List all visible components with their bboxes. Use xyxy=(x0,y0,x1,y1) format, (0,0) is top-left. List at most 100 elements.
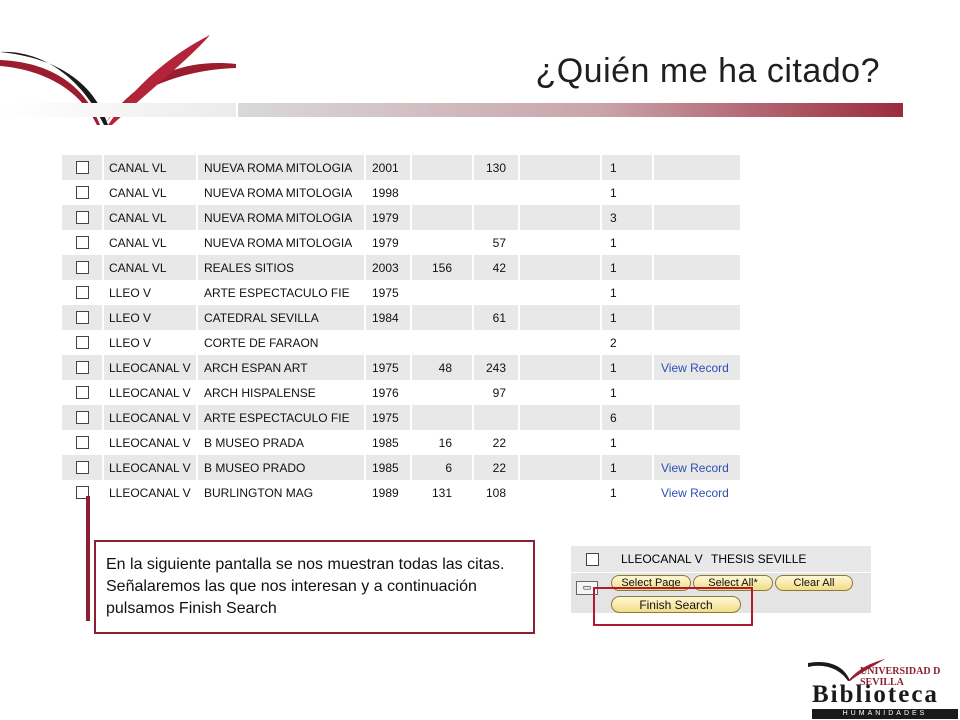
citing-count: 1 xyxy=(602,455,652,480)
row-checkbox[interactable] xyxy=(75,286,89,299)
page-title: ¿Quién me ha citado? xyxy=(535,52,880,90)
table-row: LLEOCANAL V ARTE ESPECTACULO FIE 1975 6 xyxy=(62,405,742,430)
row-checkbox[interactable] xyxy=(75,161,89,174)
citing-count: 3 xyxy=(602,205,652,230)
row-checkbox[interactable] xyxy=(75,336,89,349)
view-record-link xyxy=(654,280,740,305)
row-checkbox-cell xyxy=(62,480,102,505)
table-row: CANAL VL NUEVA ROMA MITOLOGIA 2001 130 1 xyxy=(62,155,742,180)
view-record-link xyxy=(654,380,740,405)
cited-page: 243 xyxy=(474,355,518,380)
table-row: LLEO V CATEDRAL SEVILLA 1984 61 1 xyxy=(62,305,742,330)
cited-page: 61 xyxy=(474,305,518,330)
view-record-link xyxy=(654,155,740,180)
view-record-link[interactable]: View Record xyxy=(654,455,740,480)
row-checkbox-cell xyxy=(62,180,102,205)
table-row: LLEOCANAL V BURLINGTON MAG 1989 131 108 1 View… xyxy=(62,480,742,505)
table-row: CANAL VL NUEVA ROMA MITOLOGIA 1979 57 1 xyxy=(62,230,742,255)
cited-page xyxy=(474,405,518,430)
cited-volume xyxy=(412,280,472,305)
title-underline-left xyxy=(0,103,236,117)
cited-work: ARTE ESPECTACULO FIE xyxy=(198,405,364,430)
row-checkbox[interactable] xyxy=(75,186,89,199)
row-checkbox[interactable] xyxy=(75,411,89,424)
cited-year: 1979 xyxy=(366,230,410,255)
cited-work: NUEVA ROMA MITOLOGIA xyxy=(198,205,364,230)
cited-author: LLEOCANAL V xyxy=(104,455,196,480)
cited-work: THESIS SEVILLE xyxy=(711,552,807,566)
title-underline xyxy=(238,103,903,117)
cited-author: LLEOCANAL V xyxy=(104,355,196,380)
empty-cell xyxy=(520,455,600,480)
row-checkbox[interactable] xyxy=(585,552,599,566)
view-record-link xyxy=(654,405,740,430)
empty-cell xyxy=(520,180,600,205)
citing-count: 1 xyxy=(602,480,652,505)
cited-year: 1975 xyxy=(366,355,410,380)
cited-author: LLEOCANAL V xyxy=(104,430,196,455)
row-checkbox[interactable] xyxy=(75,261,89,274)
cited-work: ARCH HISPALENSE xyxy=(198,380,364,405)
cited-year: 1979 xyxy=(366,205,410,230)
row-checkbox[interactable] xyxy=(75,236,89,249)
cited-work: NUEVA ROMA MITOLOGIA xyxy=(198,180,364,205)
cited-work: BURLINGTON MAG xyxy=(198,480,364,505)
cited-page: 108 xyxy=(474,480,518,505)
cited-page xyxy=(474,205,518,230)
cited-volume: 6 xyxy=(412,455,472,480)
row-checkbox[interactable] xyxy=(75,386,89,399)
row-checkbox-cell xyxy=(62,330,102,355)
citing-count: 1 xyxy=(602,155,652,180)
cited-work: B MUSEO PRADO xyxy=(198,455,364,480)
cited-volume xyxy=(412,230,472,255)
cited-page: 97 xyxy=(474,380,518,405)
cited-work: CATEDRAL SEVILLA xyxy=(198,305,364,330)
view-record-link xyxy=(654,305,740,330)
row-checkbox[interactable] xyxy=(75,311,89,324)
empty-cell xyxy=(520,480,600,505)
view-record-link xyxy=(654,430,740,455)
citing-count: 6 xyxy=(602,405,652,430)
citing-count: 1 xyxy=(602,355,652,380)
table-row: LLEO V CORTE DE FARAON 2 xyxy=(62,330,742,355)
row-checkbox-cell xyxy=(62,155,102,180)
view-record-link[interactable]: View Record xyxy=(654,480,740,505)
cited-volume: 156 xyxy=(412,255,472,280)
row-checkbox[interactable] xyxy=(75,436,89,449)
cited-work: ARCH ESPAN ART xyxy=(198,355,364,380)
logo-library-text: Biblioteca xyxy=(812,681,939,708)
view-record-link xyxy=(654,255,740,280)
citing-count: 2 xyxy=(602,330,652,355)
cited-work: NUEVA ROMA MITOLOGIA xyxy=(198,155,364,180)
cited-author: LLEO V xyxy=(104,280,196,305)
row-checkbox[interactable] xyxy=(75,211,89,224)
cited-author: LLEOCANAL V xyxy=(104,405,196,430)
cited-work: CORTE DE FARAON xyxy=(198,330,364,355)
citing-count: 1 xyxy=(602,280,652,305)
callout-box: En la siguiente pantalla se nos muestran… xyxy=(94,540,535,634)
cited-work: ARTE ESPECTACULO FIE xyxy=(198,280,364,305)
view-record-link xyxy=(654,230,740,255)
clear-all-button[interactable]: Clear All xyxy=(775,575,853,591)
empty-cell xyxy=(520,355,600,380)
row-checkbox-cell xyxy=(62,355,102,380)
cited-year: 1975 xyxy=(366,280,410,305)
empty-cell xyxy=(520,255,600,280)
cited-author: CANAL VL xyxy=(104,230,196,255)
citing-count: 1 xyxy=(602,380,652,405)
cited-year: 1989 xyxy=(366,480,410,505)
row-checkbox-cell xyxy=(62,305,102,330)
cited-author: CANAL VL xyxy=(104,180,196,205)
cited-year xyxy=(366,330,410,355)
row-checkbox[interactable] xyxy=(75,361,89,374)
cited-year: 1998 xyxy=(366,180,410,205)
cited-volume xyxy=(412,380,472,405)
empty-cell xyxy=(520,405,600,430)
view-record-link xyxy=(654,180,740,205)
cited-author: LLEOCANAL V xyxy=(104,480,196,505)
row-checkbox[interactable] xyxy=(75,461,89,474)
cited-author: CANAL VL xyxy=(104,255,196,280)
view-record-link[interactable]: View Record xyxy=(654,355,740,380)
row-checkbox-cell xyxy=(62,205,102,230)
cited-page: 130 xyxy=(474,155,518,180)
